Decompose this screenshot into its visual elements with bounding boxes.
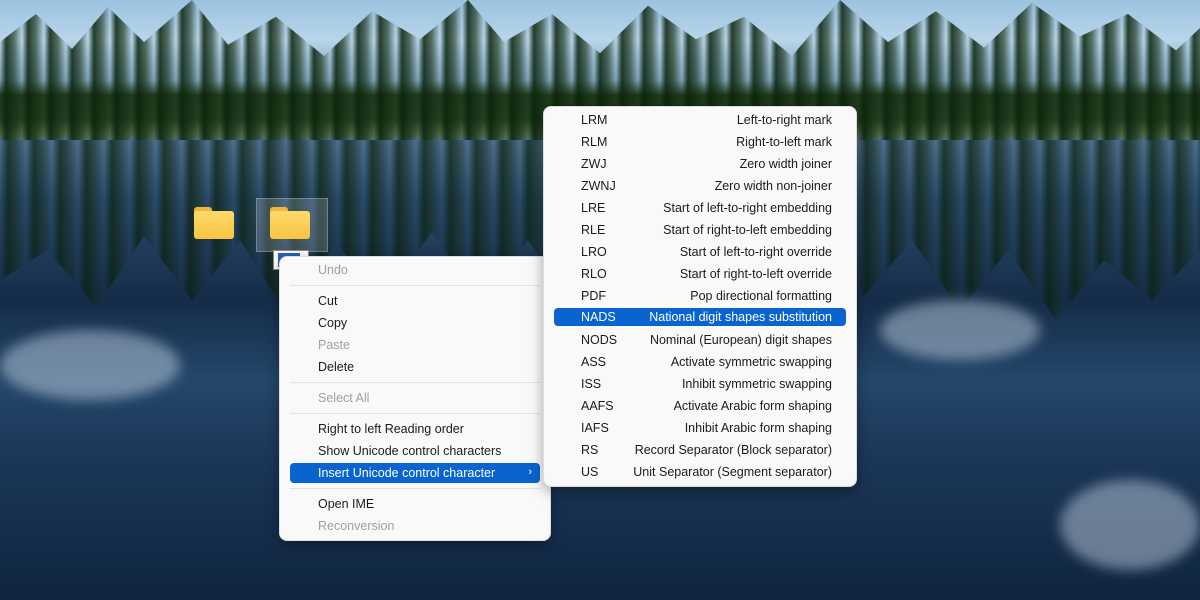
control-description: Zero width joiner: [739, 157, 832, 171]
submenu-item-lrm[interactable]: LRM Left-to-right mark: [554, 110, 846, 130]
control-code: LRM: [581, 113, 608, 127]
menu-separator: [290, 382, 540, 383]
submenu-item-rlm[interactable]: RLM Right-to-left mark: [554, 132, 846, 152]
menu-item-label: Reconversion: [318, 519, 395, 533]
control-description: Inhibit Arabic form shaping: [684, 421, 832, 435]
control-code: NADS: [581, 310, 616, 324]
menu-item-show-unicode-control[interactable]: Show Unicode control characters: [290, 441, 540, 461]
control-description: Start of right-to-left embedding: [663, 223, 832, 237]
submenu-item-ass[interactable]: ASS Activate symmetric swapping: [554, 352, 846, 372]
menu-item-label: Paste: [318, 338, 350, 352]
menu-item-insert-unicode-control[interactable]: Insert Unicode control character ›: [290, 463, 540, 483]
submenu-item-iafs[interactable]: IAFS Inhibit Arabic form shaping: [554, 418, 846, 438]
submenu-item-zwnj[interactable]: ZWNJ Zero width non-joiner: [554, 176, 846, 196]
control-code: RLM: [581, 135, 608, 149]
control-code: RLO: [581, 267, 607, 281]
control-code: AAFS: [581, 399, 614, 413]
control-code: ZWJ: [581, 157, 607, 171]
cloud-reflection: [1060, 480, 1200, 570]
control-code: NODS: [581, 333, 618, 347]
menu-item-cut[interactable]: Cut: [290, 291, 540, 311]
control-code: LRE: [581, 201, 606, 215]
context-menu: Undo Cut Copy Paste Delete Select All Ri…: [279, 256, 551, 541]
control-description: National digit shapes substitution: [649, 310, 832, 324]
menu-item-label: Select All: [318, 391, 370, 405]
cloud-reflection: [880, 300, 1040, 360]
control-code: PDF: [581, 289, 606, 303]
folder-icon[interactable]: [270, 207, 310, 239]
control-description: Left-to-right mark: [736, 113, 832, 127]
menu-separator: [290, 413, 540, 414]
menu-separator: [290, 285, 540, 286]
control-code: IAFS: [581, 421, 609, 435]
control-description: Unit Separator (Segment separator): [633, 465, 832, 479]
submenu-item-iss[interactable]: ISS Inhibit symmetric swapping: [554, 374, 846, 394]
menu-item-label: Copy: [318, 316, 348, 330]
control-description: Activate symmetric swapping: [670, 355, 832, 369]
submenu-item-lre[interactable]: LRE Start of left-to-right embedding: [554, 198, 846, 218]
menu-item-label: Show Unicode control characters: [318, 444, 502, 458]
submenu-item-pdf[interactable]: PDF Pop directional formatting: [554, 286, 846, 306]
chevron-right-icon: ›: [528, 466, 532, 478]
submenu-item-rle[interactable]: RLE Start of right-to-left embedding: [554, 220, 846, 240]
control-description: Right-to-left mark: [736, 135, 832, 149]
control-code: ISS: [581, 377, 602, 391]
submenu-item-rlo[interactable]: RLO Start of right-to-left override: [554, 264, 846, 284]
menu-item-rtl-reading-order[interactable]: Right to left Reading order: [290, 419, 540, 439]
submenu-item-nods[interactable]: NODS Nominal (European) digit shapes: [554, 330, 846, 350]
control-description: Nominal (European) digit shapes: [649, 333, 832, 347]
control-code: ASS: [581, 355, 607, 369]
menu-item-label: Open IME: [318, 497, 375, 511]
control-description: Inhibit symmetric swapping: [681, 377, 832, 391]
submenu-item-zwj[interactable]: ZWJ Zero width joiner: [554, 154, 846, 174]
menu-item-delete[interactable]: Delete: [290, 357, 540, 377]
menu-item-label: Insert Unicode control character: [318, 466, 496, 480]
control-code: RLE: [581, 223, 606, 237]
menu-item-undo: Undo: [290, 260, 540, 280]
menu-item-copy[interactable]: Copy: [290, 313, 540, 333]
menu-item-label: Undo: [318, 263, 348, 277]
control-description: Start of left-to-right override: [679, 245, 832, 259]
control-description: Record Separator (Block separator): [634, 443, 832, 457]
menu-separator: [290, 488, 540, 489]
submenu-item-us[interactable]: US Unit Separator (Segment separator): [554, 462, 846, 482]
menu-item-label: Delete: [318, 360, 355, 374]
menu-item-label: Right to left Reading order: [318, 422, 464, 436]
control-code: RS: [581, 443, 599, 457]
control-description: Zero width non-joiner: [714, 179, 832, 193]
submenu-item-lro[interactable]: LRO Start of left-to-right override: [554, 242, 846, 262]
unicode-control-submenu: LRM Left-to-right mark RLM Right-to-left…: [543, 106, 857, 487]
control-description: Start of left-to-right embedding: [663, 201, 832, 215]
control-description: Pop directional formatting: [690, 289, 832, 303]
folder-icon[interactable]: [194, 207, 234, 239]
cloud-reflection: [0, 330, 180, 400]
menu-item-paste: Paste: [290, 335, 540, 355]
control-code: US: [581, 465, 599, 479]
control-code: ZWNJ: [581, 179, 616, 193]
control-description: Start of right-to-left override: [679, 267, 832, 281]
menu-item-label: Cut: [318, 294, 338, 308]
menu-item-open-ime[interactable]: Open IME: [290, 494, 540, 514]
submenu-item-aafs[interactable]: AAFS Activate Arabic form shaping: [554, 396, 846, 416]
menu-item-reconversion: Reconversion: [290, 516, 540, 536]
submenu-item-nads[interactable]: NADS National digit shapes substitution: [554, 308, 846, 326]
menu-item-select-all: Select All: [290, 388, 540, 408]
submenu-item-rs[interactable]: RS Record Separator (Block separator): [554, 440, 846, 460]
control-code: LRO: [581, 245, 607, 259]
control-description: Activate Arabic form shaping: [673, 399, 832, 413]
